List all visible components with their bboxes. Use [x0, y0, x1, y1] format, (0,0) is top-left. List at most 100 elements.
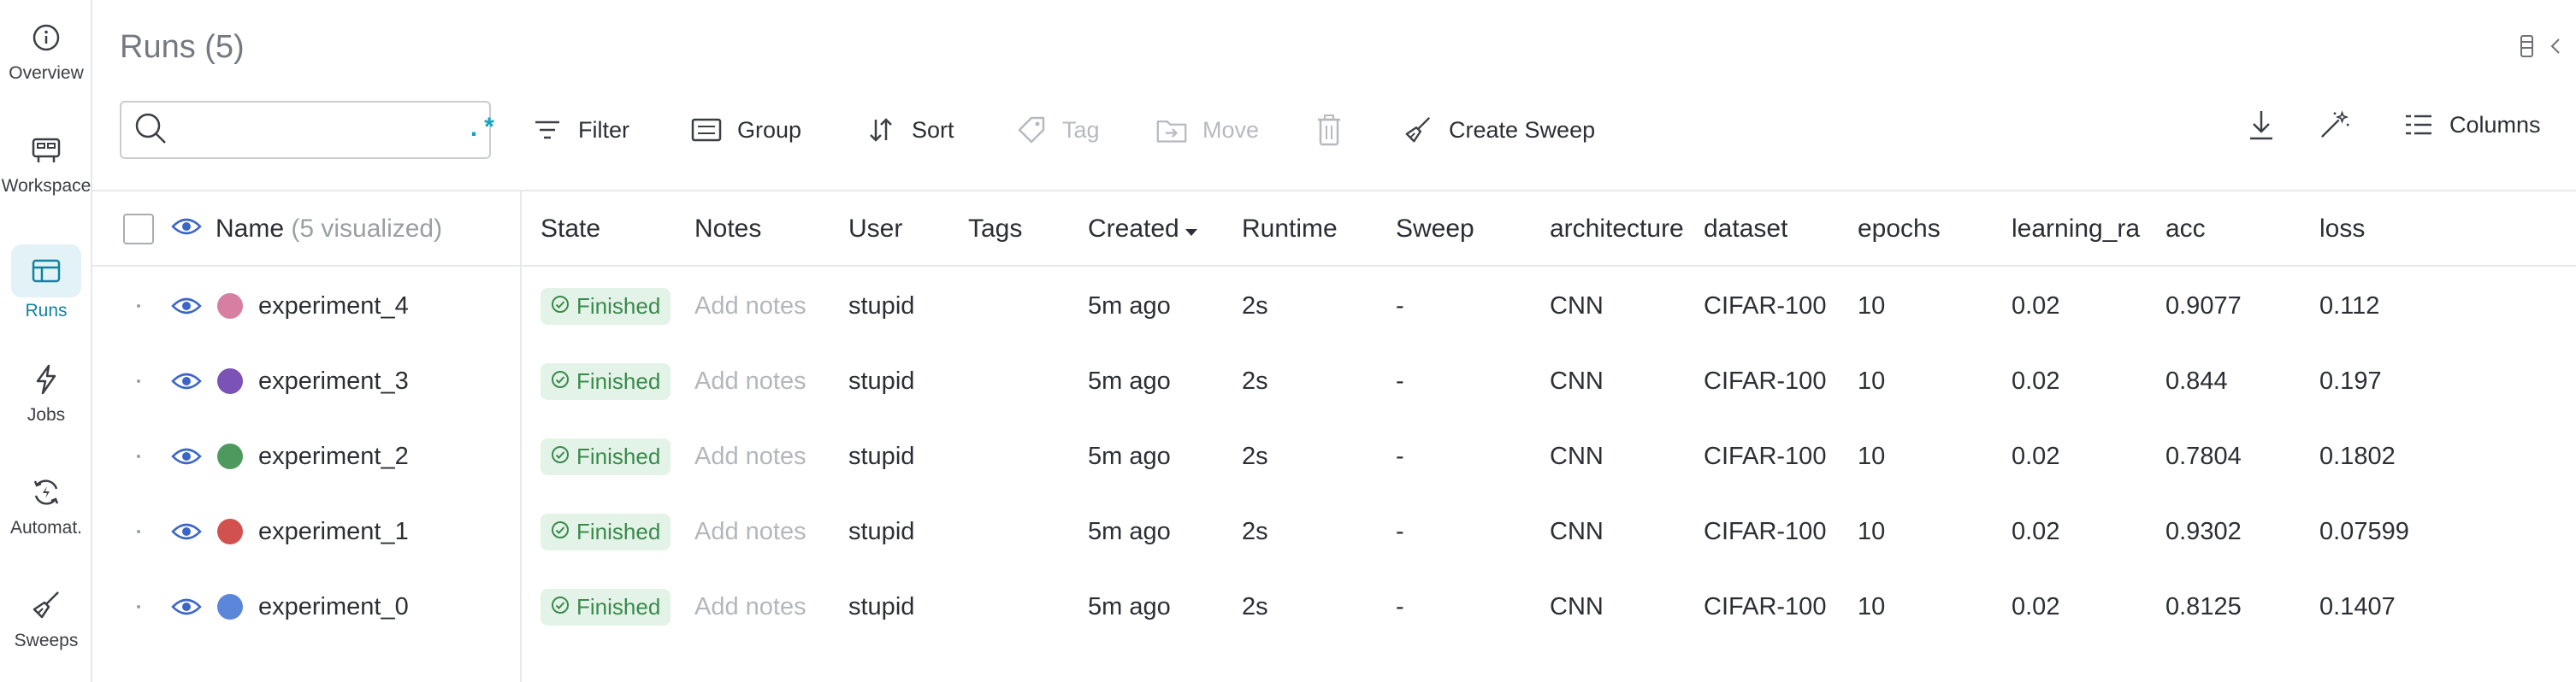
- column-header-learning-rate[interactable]: learning_ra: [2012, 191, 2145, 267]
- table-row[interactable]: experiment_3 Finished Add notes stupid 5m ag…: [92, 344, 2576, 419]
- run-color-swatch[interactable]: [217, 268, 243, 344]
- status-label: Finished: [576, 292, 661, 319]
- column-header-state[interactable]: State: [541, 191, 600, 267]
- sweep-cell: -: [1396, 367, 1404, 395]
- row-drag-handle[interactable]: [137, 530, 140, 533]
- table-row[interactable]: experiment_2 Finished Add notes stupid 5m ag…: [92, 419, 2576, 494]
- run-name-link[interactable]: experiment_2: [258, 419, 409, 494]
- notes-cell[interactable]: Add notes: [694, 419, 806, 494]
- nav-item-automations[interactable]: Automat.: [0, 455, 92, 549]
- state-cell: Finished: [541, 569, 671, 644]
- download-button[interactable]: [2246, 104, 2277, 145]
- run-color-swatch[interactable]: [217, 344, 243, 419]
- state-cell: Finished: [541, 419, 671, 494]
- table-row[interactable]: experiment_1 Finished Add notes stupid 5m ag…: [92, 494, 2576, 569]
- notes-cell[interactable]: Add notes: [694, 268, 806, 344]
- column-header-user[interactable]: User: [848, 191, 902, 267]
- status-badge: Finished: [541, 362, 671, 400]
- row-drag-handle[interactable]: [137, 455, 140, 458]
- magic-wand-button[interactable]: [2319, 104, 2350, 145]
- panel-toggle[interactable]: [2520, 34, 2561, 62]
- notes-cell[interactable]: Add notes: [694, 344, 806, 419]
- filter-button[interactable]: Filter: [532, 109, 629, 150]
- chevron-left-icon: [2550, 38, 2561, 59]
- row-drag-handle[interactable]: [137, 379, 140, 383]
- column-header-sweep[interactable]: Sweep: [1396, 191, 1474, 267]
- eye-icon[interactable]: [171, 344, 202, 419]
- sort-button[interactable]: Sort: [866, 109, 954, 150]
- run-name-link[interactable]: experiment_1: [258, 494, 409, 569]
- run-name-link[interactable]: experiment_3: [258, 344, 409, 419]
- automation-icon: [27, 473, 65, 511]
- status-badge: Finished: [541, 438, 671, 475]
- column-header-notes[interactable]: Notes: [694, 191, 761, 267]
- search-box: .*: [120, 101, 497, 159]
- column-header-created[interactable]: Created: [1088, 191, 1198, 267]
- create-sweep-button[interactable]: Create Sweep: [1403, 109, 1595, 150]
- info-icon: [27, 19, 65, 56]
- dataset-cell: CIFAR-100: [1704, 517, 1827, 545]
- column-header-name[interactable]: Name (5 visualized): [216, 191, 442, 267]
- notes-cell[interactable]: Add notes: [694, 569, 806, 644]
- run-color-swatch[interactable]: [217, 419, 243, 494]
- acc-cell: 0.844: [2165, 367, 2228, 395]
- runs-table-icon: [11, 244, 81, 297]
- column-header-loss[interactable]: loss: [2319, 191, 2365, 267]
- learning-rate-cell: 0.02: [2012, 291, 2060, 320]
- visualized-count: (5 visualized): [291, 215, 443, 243]
- eye-icon[interactable]: [171, 419, 202, 494]
- filter-icon: [532, 115, 563, 145]
- columns-button[interactable]: Columns: [2403, 104, 2541, 145]
- nav-item-sweeps[interactable]: Sweeps: [0, 567, 92, 661]
- nav-item-jobs[interactable]: Jobs: [0, 342, 92, 436]
- status-label: Finished: [576, 518, 661, 544]
- column-name-label: Name: [216, 215, 285, 243]
- search-input[interactable]: [180, 116, 466, 144]
- created-cell: 5m ago: [1088, 367, 1171, 395]
- column-header-dataset[interactable]: dataset: [1704, 191, 1787, 267]
- group-button[interactable]: Group: [691, 109, 801, 150]
- column-header-runtime[interactable]: Runtime: [1242, 191, 1338, 267]
- loss-cell: 0.07599: [2319, 517, 2409, 545]
- loss-cell: 0.197: [2319, 367, 2382, 395]
- table-row[interactable]: experiment_0 Finished Add notes stupid 5m ag…: [92, 569, 2576, 644]
- visibility-toggle-all[interactable]: [171, 191, 202, 267]
- regex-toggle[interactable]: .*: [466, 115, 497, 144]
- column-header-tags[interactable]: Tags: [968, 191, 1022, 267]
- eye-icon[interactable]: [171, 268, 202, 344]
- table-row[interactable]: experiment_4 Finished Add notes stupid 5m ag…: [92, 268, 2576, 344]
- state-cell: Finished: [541, 494, 671, 569]
- dataset-cell: CIFAR-100: [1704, 442, 1827, 470]
- nav-item-workspace[interactable]: Workspace: [0, 113, 92, 207]
- check-circle-icon: [551, 368, 570, 395]
- notes-cell[interactable]: Add notes: [694, 494, 806, 569]
- tag-button[interactable]: Tag: [1016, 109, 1100, 150]
- run-color-swatch[interactable]: [217, 569, 243, 644]
- workspace-icon: [27, 132, 65, 169]
- eye-icon[interactable]: [171, 494, 202, 569]
- nav-item-overview[interactable]: Overview: [0, 0, 92, 94]
- acc-cell: 0.9077: [2165, 291, 2242, 320]
- row-drag-handle[interactable]: [137, 605, 140, 609]
- row-drag-handle[interactable]: [137, 304, 140, 308]
- move-button[interactable]: Move: [1156, 109, 1259, 150]
- nav-item-runs[interactable]: Runs: [0, 232, 92, 326]
- user-cell: stupid: [848, 291, 915, 320]
- learning-rate-cell: 0.02: [2012, 592, 2060, 620]
- eye-icon[interactable]: [171, 569, 202, 644]
- runtime-cell: 2s: [1242, 442, 1268, 470]
- run-name-link[interactable]: experiment_4: [258, 268, 409, 344]
- architecture-cell: CNN: [1550, 517, 1604, 545]
- run-color-swatch[interactable]: [217, 494, 243, 569]
- column-header-architecture[interactable]: architecture: [1550, 191, 1690, 267]
- created-cell: 5m ago: [1088, 291, 1171, 320]
- column-header-acc[interactable]: acc: [2165, 191, 2206, 267]
- acc-cell: 0.9302: [2165, 517, 2242, 545]
- eye-icon: [171, 215, 202, 244]
- column-header-epochs[interactable]: epochs: [1858, 191, 1941, 267]
- delete-button[interactable]: [1314, 109, 1344, 150]
- run-name-link[interactable]: experiment_0: [258, 569, 409, 644]
- move-label: Move: [1202, 116, 1260, 143]
- select-all-checkbox[interactable]: [123, 191, 154, 267]
- runtime-cell: 2s: [1242, 592, 1268, 620]
